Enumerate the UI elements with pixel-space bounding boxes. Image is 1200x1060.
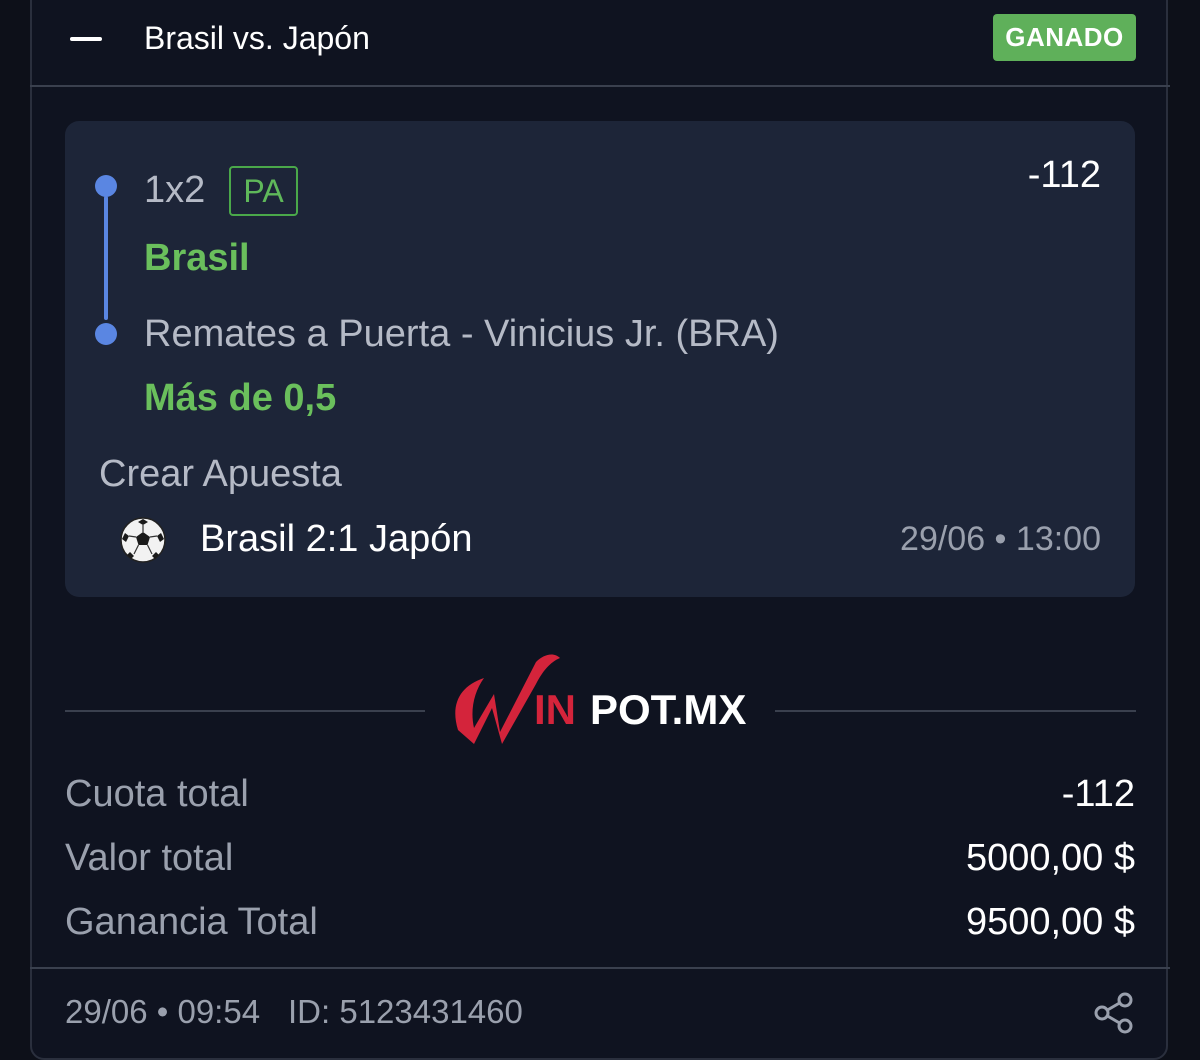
- timeline-line: [104, 196, 108, 320]
- summary-label-odds: Cuota total: [65, 773, 249, 815]
- bet-type-label: Crear Apuesta: [99, 453, 342, 495]
- status-badge: GANADO: [993, 14, 1136, 61]
- divider: [30, 85, 1170, 87]
- share-icon[interactable]: [1092, 991, 1136, 1035]
- selection-pick: Brasil: [144, 237, 250, 279]
- selection-odds: -112: [1027, 154, 1101, 196]
- divider: [775, 710, 1136, 712]
- svg-text:POT.MX: POT.MX: [590, 686, 746, 733]
- timeline-dot: [95, 175, 117, 197]
- selection-pick: Más de 0,5: [144, 377, 337, 419]
- selection-market: 1x2: [144, 169, 206, 211]
- summary-value-odds: -112: [1061, 773, 1135, 815]
- winpot-logo: IN POT.MX: [455, 654, 746, 744]
- event-score: Brasil 2:1 Japón: [200, 518, 473, 560]
- summary-label-stake: Valor total: [65, 837, 234, 879]
- bet-header[interactable]: Brasil vs. Japón GANADO: [0, 0, 1200, 86]
- event-datetime: 29/06 • 13:00: [900, 520, 1101, 558]
- bet-id: ID: 5123431460: [288, 993, 523, 1030]
- timeline-dot: [95, 323, 117, 345]
- divider: [65, 710, 425, 712]
- svg-text:IN: IN: [534, 686, 576, 733]
- pa-badge: PA: [229, 166, 298, 216]
- summary-label-payout: Ganancia Total: [65, 901, 318, 943]
- summary-value-payout: 9500,00 $: [965, 901, 1135, 943]
- bet-datetime: 29/06 • 09:54: [65, 993, 261, 1030]
- summary-value-stake: 5000,00 $: [965, 837, 1135, 879]
- collapse-icon[interactable]: [70, 37, 102, 41]
- selection-market: Remates a Puerta - Vinicius Jr. (BRA): [144, 313, 779, 355]
- divider: [30, 967, 1170, 969]
- match-title: Brasil vs. Japón: [144, 20, 370, 56]
- soccer-ball-icon: [120, 517, 166, 563]
